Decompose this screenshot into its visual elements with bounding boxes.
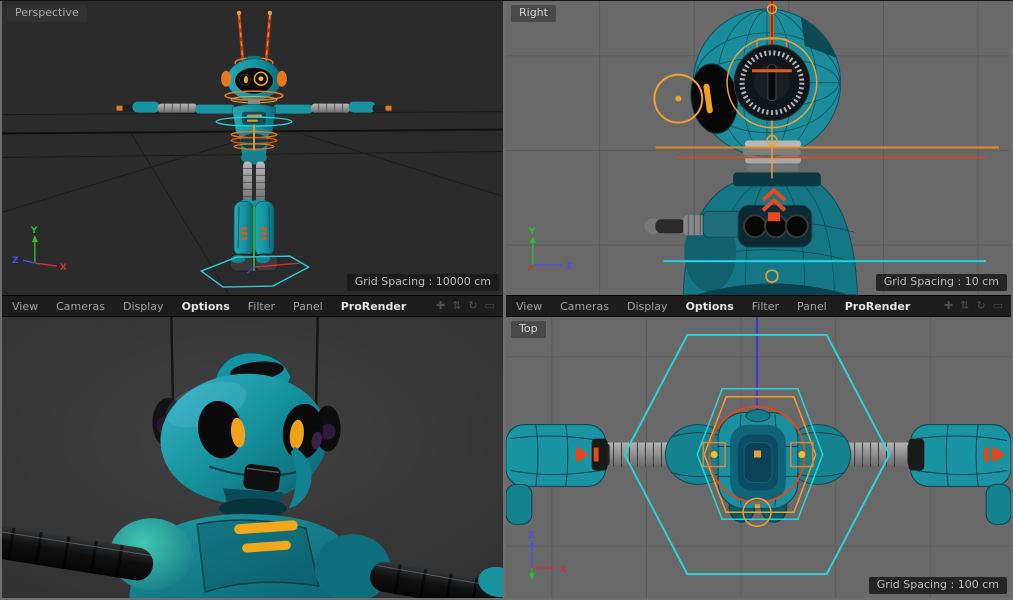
right-scene: Y Z	[506, 1, 1011, 295]
menu-items: ViewCamerasDisplayOptionsFilterPanelProR…	[10, 300, 415, 313]
menu-display[interactable]: Display	[618, 300, 677, 313]
zoom-view-icon[interactable]: ⇅	[960, 297, 969, 315]
axis-z-label: Z	[12, 256, 19, 266]
menu-panel[interactable]: Panel	[284, 300, 332, 313]
menu-options[interactable]: Options	[677, 300, 743, 313]
viewport-render-closeup[interactable]	[2, 317, 503, 598]
rotate-view-icon[interactable]: ↻	[468, 297, 477, 315]
pan-view-icon[interactable]: ✚	[944, 297, 953, 315]
menu-items: ViewCamerasDisplayOptionsFilterPanelProR…	[514, 300, 919, 313]
mouth	[243, 463, 282, 492]
menu-prorender[interactable]: ProRender	[836, 300, 920, 313]
menu-view[interactable]: View	[10, 300, 47, 313]
viewport-menubar-left: ViewCamerasDisplayOptionsFilterPanelProR…	[2, 295, 503, 317]
menu-view[interactable]: View	[514, 300, 551, 313]
grid-spacing-badge: Grid Spacing : 10000 cm	[347, 274, 499, 291]
menu-filter[interactable]: Filter	[239, 300, 284, 313]
menu-cameras[interactable]: Cameras	[551, 300, 618, 313]
menu-prorender[interactable]: ProRender	[332, 300, 416, 313]
menu-display[interactable]: Display	[114, 300, 173, 313]
viewport-top[interactable]: Z X Top Grid Spacing : 100 cm	[506, 317, 1011, 598]
viewport-perspective[interactable]: Y X Z Perspective Grid Spacing : 10000 c…	[2, 1, 503, 295]
menu-cameras[interactable]: Cameras	[47, 300, 114, 313]
toggle-layout-icon[interactable]: ▭	[485, 297, 495, 315]
menu-panel[interactable]: Panel	[788, 300, 836, 313]
axis-x-label: X	[60, 263, 67, 273]
viewport-nav-icons: ✚ ⇅ ↻ ▭	[944, 297, 1003, 315]
grid-spacing-badge: Grid Spacing : 10 cm	[876, 274, 1007, 291]
pan-view-icon[interactable]: ✚	[436, 297, 445, 315]
top-scene: Z X	[506, 317, 1011, 598]
axis-x-label: X	[560, 565, 567, 575]
render-scene	[2, 317, 503, 598]
viewport-nav-icons: ✚ ⇅ ↻ ▭	[436, 297, 495, 315]
axis-y-label: Y	[528, 227, 536, 237]
application-window: Y X Z Perspective Grid Spacing : 10000 c…	[0, 0, 1013, 600]
viewport-menubar-right: ViewCamerasDisplayOptionsFilterPanelProR…	[506, 295, 1011, 317]
rotate-view-icon[interactable]: ↻	[976, 297, 985, 315]
zoom-view-icon[interactable]: ⇅	[452, 297, 461, 315]
viewport-right[interactable]: Y Z Right Grid Spacing : 10 cm	[506, 1, 1011, 295]
axis-z-label: Z	[566, 262, 573, 272]
menu-filter[interactable]: Filter	[743, 300, 788, 313]
grid-spacing-badge: Grid Spacing : 100 cm	[869, 577, 1007, 594]
perspective-scene: Y X Z	[2, 1, 503, 295]
axis-z-label: Z	[528, 531, 535, 541]
toggle-layout-icon[interactable]: ▭	[993, 297, 1003, 315]
axis-y-label: Y	[30, 226, 38, 236]
menu-options[interactable]: Options	[173, 300, 239, 313]
